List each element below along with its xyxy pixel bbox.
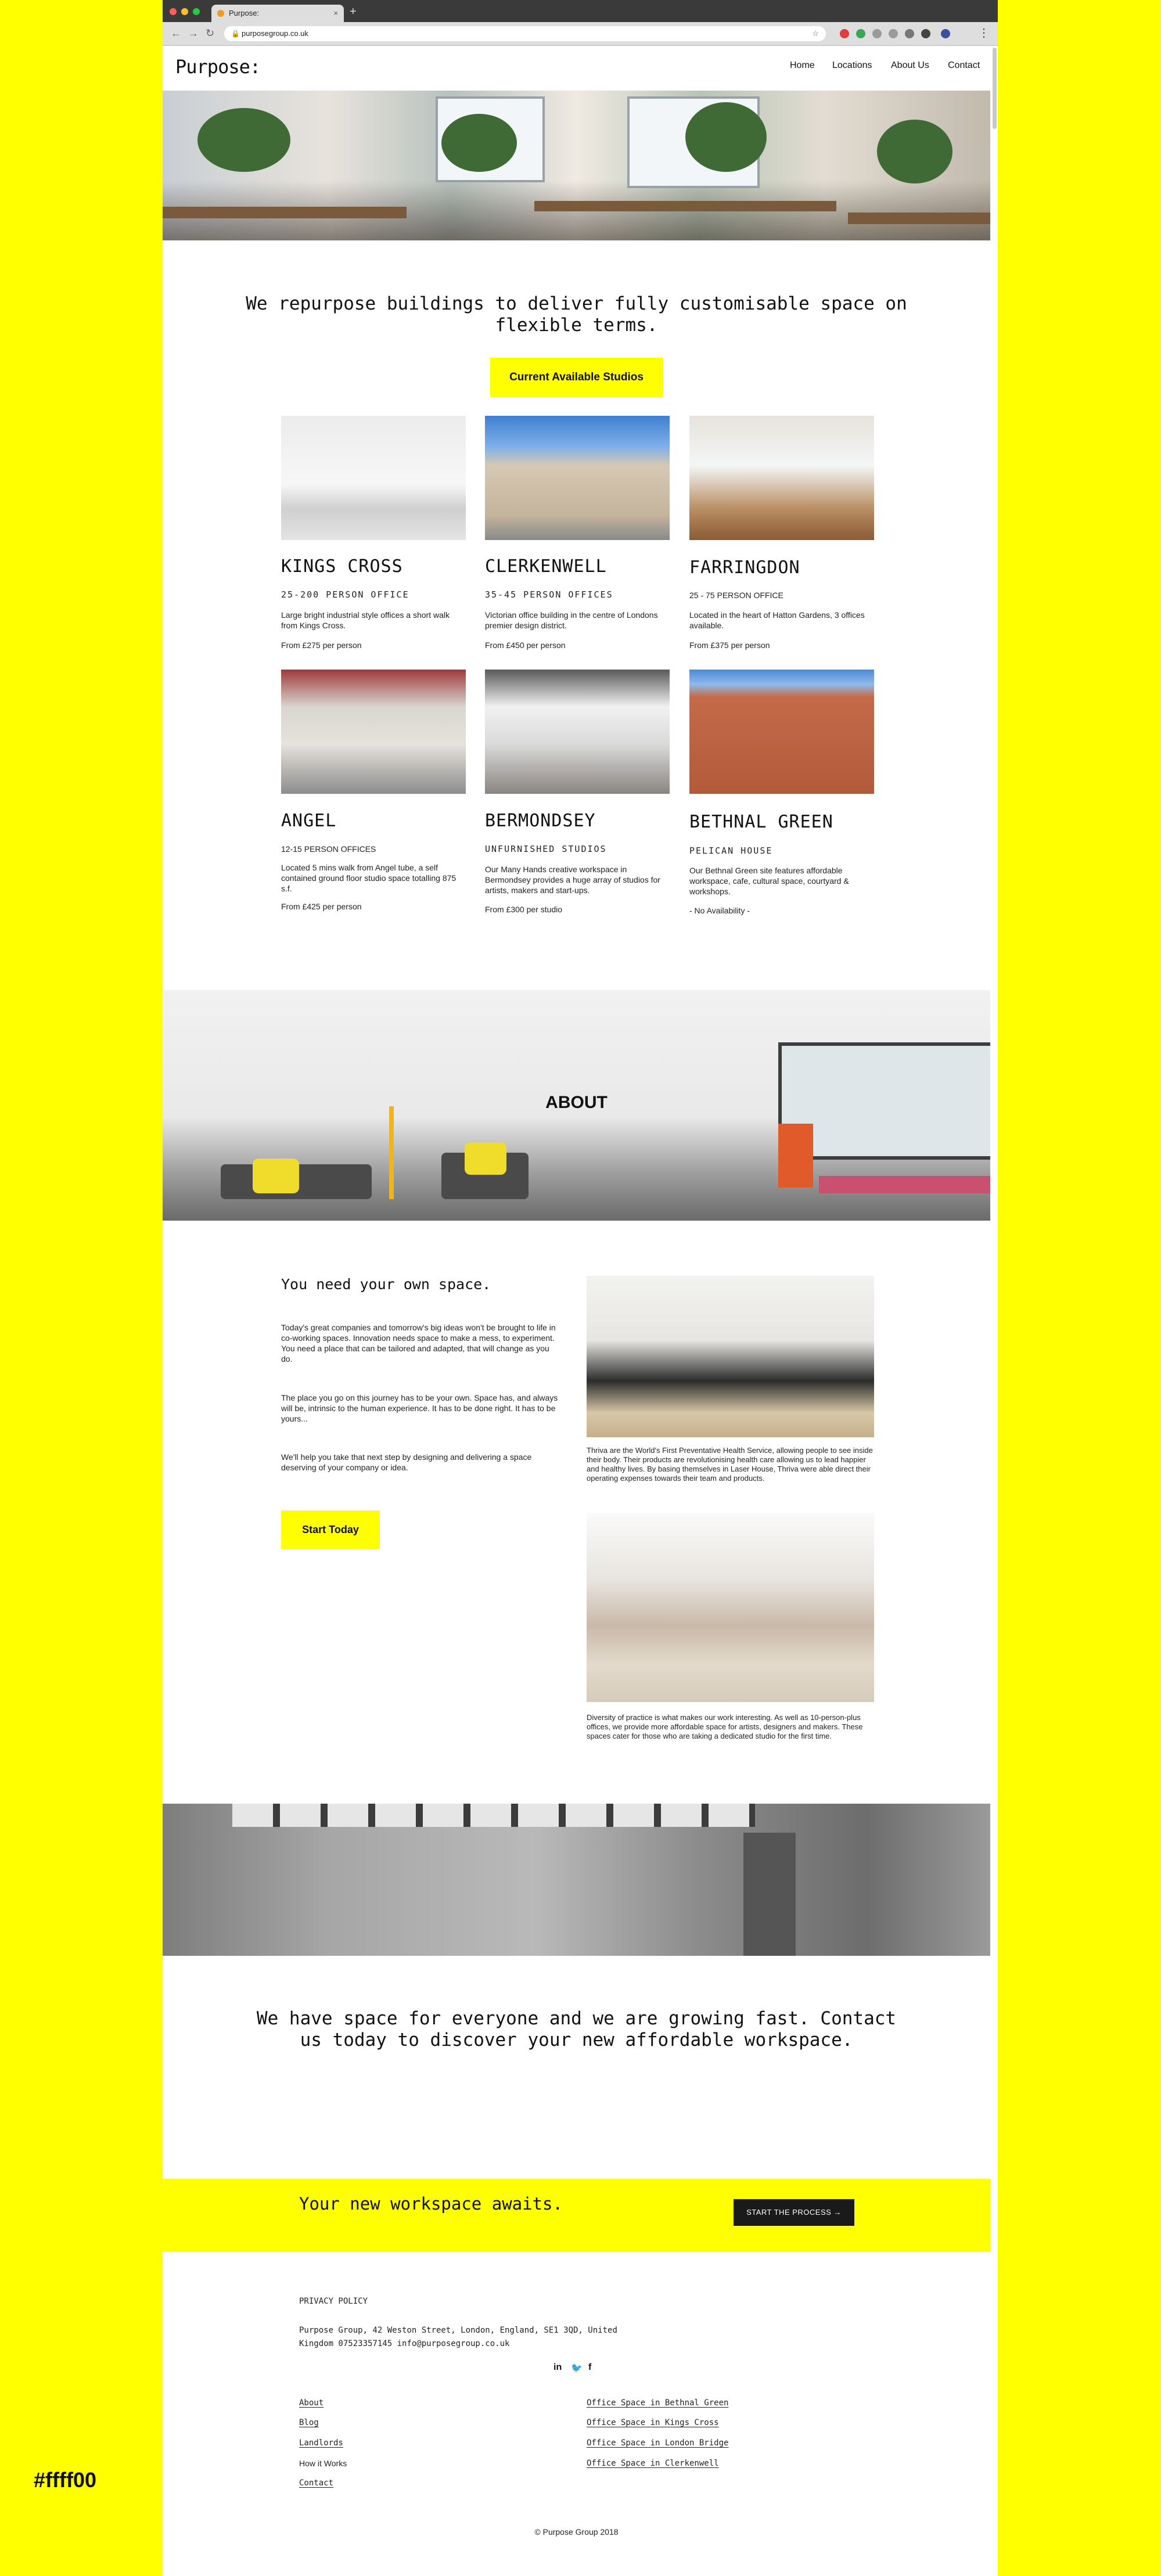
favicon-icon	[217, 10, 224, 17]
forward-arrow-icon[interactable]: →	[188, 24, 199, 42]
card-title-bethnal-green[interactable]: BETHNAL GREEN	[689, 812, 833, 832]
footer-link-clerkenwell[interactable]: Office Space in Clerkenwell	[587, 2459, 719, 2468]
angel-image[interactable]	[281, 670, 466, 794]
thriva-office-image	[587, 1276, 874, 1437]
card-sub-bethnal-green: PELICAN HOUSE	[689, 846, 773, 856]
close-window-icon[interactable]	[170, 8, 177, 15]
facebook-icon[interactable]: f	[588, 2362, 591, 2373]
card-title-farringdon[interactable]: FARRINGDON	[689, 557, 800, 578]
start-process-button[interactable]: START THE PROCESS →	[734, 2199, 854, 2226]
lock-icon: 🔒	[231, 30, 240, 38]
card-desc-bethnal-green: Our Bethnal Green site features affordab…	[689, 866, 849, 896]
tab-title: Purpose:	[229, 9, 260, 17]
footer-link-bethnal-green[interactable]: Office Space in Bethnal Green	[587, 2398, 728, 2408]
card-sub-farringdon: 25 - 75 PERSON OFFICE	[689, 591, 783, 600]
about-paragraph-1: Today's great companies and tomorrow's b…	[281, 1323, 556, 1363]
footer-link-contact[interactable]: Contact	[299, 2478, 333, 2488]
cta-band	[163, 2179, 990, 2252]
nav-contact[interactable]: Contact	[948, 60, 980, 71]
extension-icon[interactable]	[856, 29, 865, 38]
tab-close-icon[interactable]: ×	[333, 5, 338, 22]
thriva-caption: Thriva are the World's First Preventativ…	[587, 1446, 873, 1483]
footer-link-how-it-works[interactable]: How it Works	[299, 2459, 347, 2468]
start-today-button[interactable]: Start Today	[281, 1510, 380, 1549]
card-title-kings-cross[interactable]: KINGS CROSS	[281, 556, 403, 577]
intro-headline: We repurpose buildings to deliver fully …	[246, 293, 907, 336]
extension-icon[interactable]	[840, 29, 849, 38]
hero-office-image	[163, 91, 990, 240]
kings-cross-image[interactable]	[281, 416, 466, 540]
bermondsey-image[interactable]	[485, 670, 670, 794]
twitter-icon[interactable]: 🐦	[571, 2362, 583, 2374]
current-studios-button[interactable]: Current Available Studios	[490, 358, 663, 397]
card-desc-angel: Located 5 mins walk from Angel tube, a s…	[281, 863, 457, 893]
footer-contact: Kingdom 07523357145 info@purposegroup.co…	[299, 2339, 510, 2348]
footer-link-about[interactable]: About	[299, 2398, 324, 2408]
bookmark-star-icon[interactable]: ☆	[812, 26, 819, 41]
new-tab-icon[interactable]: +	[350, 5, 357, 19]
address-bar[interactable]: 🔒 purposegroup.co.uk ☆	[224, 26, 826, 41]
card-title-bermondsey[interactable]: BERMONDSEY	[485, 811, 596, 831]
card-price-farringdon: From £375 per person	[689, 641, 770, 650]
card-price-bermondsey: From £300 per studio	[485, 905, 563, 914]
browser-chrome: Purpose: × + ← → ↻ 🔒 purposegroup.co.uk …	[163, 0, 998, 46]
browser-menu-icon[interactable]: ⋮	[978, 24, 990, 42]
card-sub-clerkenwell: 35-45 PERSON OFFICES	[485, 589, 613, 600]
color-swatch-label: #ffff00	[34, 2468, 97, 2492]
profile-avatar-icon[interactable]	[941, 29, 950, 38]
maker-studio-image	[587, 1513, 874, 1702]
footer-link-blog[interactable]: Blog	[299, 2418, 319, 2427]
card-sub-angel: 12-15 PERSON OFFICES	[281, 844, 376, 854]
closing-statement: We have space for everyone and we are gr…	[256, 2008, 897, 2050]
extension-icon[interactable]	[905, 29, 914, 38]
tab-bar: Purpose: × +	[163, 0, 998, 22]
card-price-bethnal-green: - No Availability -	[689, 906, 750, 915]
maximize-window-icon[interactable]	[193, 8, 200, 15]
card-price-clerkenwell: From £450 per person	[485, 641, 566, 650]
cta-text: Your new workspace awaits.	[299, 2194, 563, 2214]
card-title-angel[interactable]: ANGEL	[281, 811, 336, 831]
extension-icon[interactable]	[872, 29, 882, 38]
about-title: ABOUT	[545, 1093, 608, 1112]
card-desc-farringdon: Located in the heart of Hatton Gardens, …	[689, 610, 865, 630]
card-desc-kings-cross: Large bright industrial style offices a …	[281, 610, 450, 630]
studio-band-image	[163, 1804, 990, 1956]
privacy-policy-link[interactable]: PRIVACY POLICY	[299, 2297, 368, 2306]
footer-address: Purpose Group, 42 Weston Street, London,…	[299, 2326, 617, 2335]
nav-home[interactable]: Home	[790, 60, 815, 71]
reload-icon[interactable]: ↻	[206, 24, 214, 42]
url-text[interactable]: purposegroup.co.uk	[242, 26, 308, 41]
maker-studio-caption: Diversity of practice is what makes our …	[587, 1713, 863, 1740]
linkedin-icon[interactable]: in	[553, 2362, 562, 2373]
about-paragraph-3: We'll help you take that next step by de…	[281, 1452, 532, 1472]
page-scrollbar[interactable]	[993, 48, 997, 129]
card-price-kings-cross: From £275 per person	[281, 641, 362, 650]
card-desc-bermondsey: Our Many Hands creative workspace in Ber…	[485, 865, 660, 895]
browser-window: Purpose: × + ← → ↻ 🔒 purposegroup.co.uk …	[163, 0, 998, 2576]
card-title-clerkenwell[interactable]: CLERKENWELL	[485, 556, 607, 577]
about-paragraph-2: The place you go on this journey has to …	[281, 1393, 558, 1423]
footer-link-london-bridge[interactable]: Office Space in London Bridge	[587, 2438, 728, 2448]
footer-link-landlords[interactable]: Landlords	[299, 2438, 343, 2448]
nav-locations[interactable]: Locations	[832, 60, 872, 71]
card-price-angel: From £425 per person	[281, 902, 362, 911]
footer-link-kings-cross[interactable]: Office Space in Kings Cross	[587, 2418, 719, 2427]
minimize-window-icon[interactable]	[181, 8, 188, 15]
extension-icon[interactable]	[889, 29, 898, 38]
card-sub-kings-cross: 25-200 PERSON OFFICE	[281, 589, 409, 600]
farringdon-image[interactable]	[689, 416, 874, 540]
card-desc-clerkenwell: Victorian office building in the centre …	[485, 610, 658, 630]
about-heading: You need your own space.	[281, 1276, 491, 1293]
extension-icon[interactable]	[921, 29, 930, 38]
copyright: © Purpose Group 2018	[534, 2527, 619, 2537]
nav-about-us[interactable]: About Us	[891, 60, 929, 71]
site-logo[interactable]: Purpose:	[175, 56, 261, 78]
card-sub-bermondsey: UNFURNISHED STUDIOS	[485, 844, 607, 854]
bethnal-green-image[interactable]	[689, 670, 874, 794]
clerkenwell-image[interactable]	[485, 416, 670, 540]
browser-tab[interactable]: Purpose: ×	[211, 5, 344, 22]
back-arrow-icon[interactable]: ←	[171, 24, 181, 42]
